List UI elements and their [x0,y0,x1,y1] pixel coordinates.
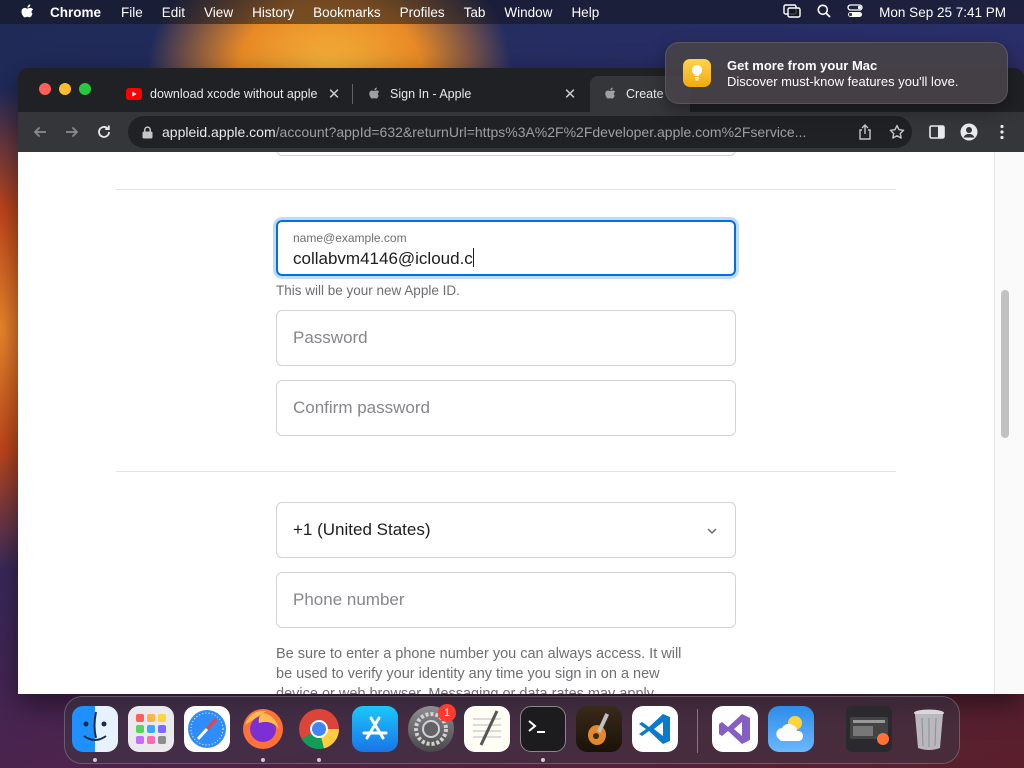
control-center-icon[interactable] [847,3,863,21]
email-field-value: collabvm4146@icloud.c [293,249,473,268]
scrollbar-track[interactable] [994,152,1024,694]
apple-icon [366,86,382,102]
running-indicator [317,758,321,762]
notification-body: Discover must-know features you'll love. [727,73,959,89]
system-settings-icon[interactable]: 1 [408,704,456,752]
tab-title: download xcode without apple [150,87,318,101]
app-store-icon[interactable] [352,706,398,752]
profile-avatar-icon[interactable] [958,121,980,143]
garageband-icon[interactable] [576,706,622,752]
section-divider [116,189,896,190]
finder-icon[interactable] [72,706,118,752]
chrome-window: download xcode without apple ✕ Sign In -… [18,68,1024,694]
lock-icon[interactable] [140,125,154,139]
scrollbar-thumb[interactable] [1001,290,1009,438]
minimize-window-button[interactable] [59,83,71,95]
lightbulb-icon [683,59,711,87]
tab-divider [352,84,353,104]
confirm-password-field[interactable]: Confirm password [276,380,736,436]
menu-view[interactable]: View [204,5,233,20]
back-arrow-icon[interactable] [29,121,51,143]
menu-edit[interactable]: Edit [162,5,185,20]
url-path: /account?appId=632&returnUrl=https%3A%2F… [275,124,807,140]
dock: 1 [64,696,960,764]
running-indicator [541,758,545,762]
launchpad-icon[interactable] [128,706,174,752]
menu-tab[interactable]: Tab [464,5,486,20]
browser-toolbar: appleid.apple.com/account?appId=632&retu… [18,112,1024,152]
tips-notification[interactable]: Get more from your Mac Discover must-kno… [665,42,1008,104]
email-field-label: name@example.com [293,231,407,245]
menu-bar: Chrome File Edit View History Bookmarks … [0,0,1024,24]
chrome-icon[interactable] [296,706,342,752]
password-placeholder: Password [293,328,368,347]
menu-history[interactable]: History [252,5,294,20]
phone-disclaimer: Be sure to enter a phone number you can … [276,646,682,694]
menu-app-name[interactable]: Chrome [50,5,101,20]
menu-help[interactable]: Help [571,5,599,20]
share-icon[interactable] [856,123,874,141]
menu-profiles[interactable]: Profiles [400,5,445,20]
screen-mirroring-icon[interactable] [783,3,801,21]
tab-sign-in-apple[interactable]: Sign In - Apple ✕ [354,76,586,112]
textedit-icon[interactable] [464,706,510,752]
password-field[interactable]: Password [276,310,736,366]
visual-studio-icon[interactable] [712,706,758,752]
tab-close-icon[interactable]: ✕ [562,86,578,103]
reload-icon[interactable] [93,121,115,143]
apple-menu-icon[interactable] [18,3,36,21]
running-indicator [261,758,265,762]
side-panel-icon[interactable] [926,121,948,143]
youtube-icon [126,86,142,102]
apple-id-email-field[interactable]: name@example.com collabvm4146@icloud.c [276,220,736,276]
tab-title: Sign In - Apple [390,87,472,101]
tab-close-icon[interactable]: ✕ [326,86,342,103]
address-bar[interactable]: appleid.apple.com/account?appId=632&retu… [128,116,912,148]
menu-bookmarks[interactable]: Bookmarks [313,5,381,20]
firefox-icon[interactable] [240,706,286,752]
apple-id-hint: This will be your new Apple ID. [276,283,460,298]
url-text: appleid.apple.com/account?appId=632&retu… [162,124,852,140]
zoom-window-button[interactable] [79,83,91,95]
country-code-select[interactable]: +1 (United States) [276,502,736,558]
phone-number-field[interactable]: Phone number [276,572,736,628]
confirm-password-placeholder: Confirm password [293,398,430,417]
notification-badge: 1 [438,704,456,722]
close-window-button[interactable] [39,83,51,95]
vscode-icon[interactable] [632,706,678,752]
url-host: appleid.apple.com [162,124,276,140]
section-divider [116,471,896,472]
text-caret [472,248,474,267]
spotlight-search-icon[interactable] [817,4,831,21]
dock-separator [697,709,698,753]
bookmark-star-icon[interactable] [888,123,906,141]
kebab-menu-icon[interactable] [991,121,1013,143]
weather-icon[interactable] [768,706,814,752]
menu-file[interactable]: File [121,5,143,20]
previous-field-partial[interactable] [276,152,736,156]
terminal-icon[interactable] [520,706,566,752]
safari-icon[interactable] [184,706,230,752]
page-content: name@example.com collabvm4146@icloud.c T… [18,152,994,694]
forward-arrow-icon[interactable] [61,121,83,143]
trash-icon[interactable] [906,706,952,752]
notification-title: Get more from your Mac [727,57,878,73]
running-indicator [93,758,97,762]
menu-window[interactable]: Window [504,5,552,20]
chevron-down-icon [705,523,719,537]
phone-number-placeholder: Phone number [293,590,405,609]
tab-youtube[interactable]: download xcode without apple ✕ [114,76,350,112]
apple-icon [602,86,618,102]
country-code-value: +1 (United States) [293,520,431,539]
menu-clock[interactable]: Mon Sep 25 7:41 PM [879,5,1006,20]
screen-recording-icon[interactable] [846,706,892,752]
